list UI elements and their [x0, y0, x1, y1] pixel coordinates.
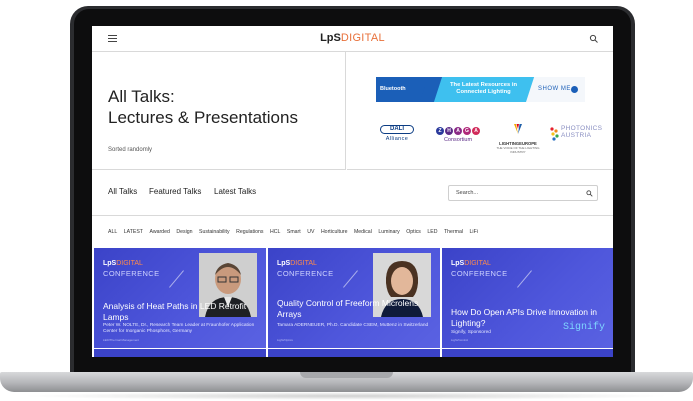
search-input[interactable] [448, 185, 598, 201]
sort-label: Sorted randomly [108, 147, 153, 153]
category-led[interactable]: LED [427, 229, 437, 237]
category-latest[interactable]: LATEST [124, 229, 143, 237]
category-sustainability[interactable]: Sustainability [199, 229, 230, 237]
zhaga-letters: Z H A G A [428, 127, 488, 135]
lightingeurope-subtext: THE VOICE OF THE LIGHTING INDUSTRY [496, 146, 540, 154]
talk-tag: LED/Thermal Management [103, 338, 140, 342]
category-optics[interactable]: Optics [406, 229, 421, 237]
talk-card[interactable]: LpSDIGITAL CONFERENCE How Do Open APIs D… [442, 248, 613, 348]
logo-main: LpS [320, 32, 341, 44]
category-medical[interactable]: Medical [354, 229, 372, 237]
category-regulations[interactable]: Regulations [236, 229, 263, 237]
lightingeurope-mark-icon [514, 124, 522, 134]
top-bar: LpSDIGITAL [92, 26, 613, 52]
logo-suffix: DIGITAL [340, 32, 385, 44]
category-horticulture[interactable]: Horticulture [321, 229, 348, 237]
site-logo[interactable]: LpSDIGITAL [92, 32, 613, 44]
sponsor-logos: DALI Alliance Z H A G A Consortium LIGHT… [377, 122, 602, 154]
talk-card-next-row [268, 349, 440, 357]
conference-label: CONFERENCE [277, 269, 334, 278]
banner-text: The Latest Resources in Connected Lighti… [449, 82, 517, 95]
conference-logo: LpSDIGITAL [277, 260, 317, 267]
conference-label: CONFERENCE [103, 269, 160, 278]
search-icon[interactable] [586, 190, 593, 197]
dali-text: Alliance [385, 136, 409, 142]
page-title-line2: Lectures & Presentations [108, 108, 298, 127]
talk-title: Quality Control of Freeform Microlens Ar… [277, 298, 419, 319]
category-awarded[interactable]: Awarded [149, 229, 169, 237]
talk-card-next-row [94, 349, 266, 357]
zhaga-text: Consortium [443, 137, 473, 143]
talk-title: Analysis of Heat Paths in LED Retrofit L… [103, 301, 247, 322]
dali-badge: DALI [380, 125, 414, 134]
talk-tag: Light/Control [451, 338, 469, 342]
page-title-line1: All Talks: [108, 87, 175, 106]
category-filter-bar: ALL LATEST Awarded Design Sustainability… [108, 229, 478, 237]
tab-latest-talks[interactable]: Latest Talks [214, 187, 256, 196]
photonics-line2: AUSTRIA [561, 132, 592, 139]
category-smart[interactable]: Smart [287, 229, 301, 237]
category-all[interactable]: ALL [108, 229, 117, 237]
tab-all-talks[interactable]: All Talks [108, 187, 137, 196]
category-luminary[interactable]: Luminary [378, 229, 399, 237]
page-stage: LpSDIGITAL All Talks: Lectures & Present… [0, 0, 693, 401]
search-icon[interactable] [589, 34, 599, 44]
category-lifi[interactable]: LiFi [470, 229, 478, 237]
dali-alliance-logo[interactable]: DALI Alliance [377, 125, 417, 142]
zhaga-consortium-logo[interactable]: Z H A G A Consortium [428, 127, 488, 143]
lightingeurope-logo[interactable]: LIGHTINGEUROPE THE VOICE OF THE LIGHTING… [495, 122, 541, 154]
talk-card[interactable]: LpSDIGITAL CONFERENCE Analysis of Heat P… [94, 248, 266, 348]
show-me-button[interactable]: SHOW ME [538, 86, 571, 92]
play-icon [571, 86, 578, 93]
laptop-screen: LpSDIGITAL All Talks: Lectures & Present… [92, 26, 613, 357]
category-uv[interactable]: UV [307, 229, 314, 237]
talks-tabs-row: All Talks Featured Talks Latest Talks [92, 170, 613, 216]
page-title: All Talks: Lectures & Presentations [108, 86, 298, 128]
category-hcl[interactable]: HCL [270, 229, 280, 237]
category-design[interactable]: Design [176, 229, 192, 237]
talk-speaker: Peter W. NOLTE, Dr., Research Team Leade… [103, 323, 255, 334]
hero-panel: All Talks: Lectures & Presentations Sort… [92, 52, 346, 170]
talk-card[interactable]: LpSDIGITAL CONFERENCE Quality Control of… [268, 248, 440, 348]
signify-logo: Signify [562, 322, 605, 333]
laptop-notch [300, 372, 393, 378]
talk-cards-grid: LpSDIGITAL CONFERENCE Analysis of Heat P… [92, 248, 613, 357]
category-thermal[interactable]: Thermal [444, 229, 463, 237]
tab-featured-talks[interactable]: Featured Talks [149, 187, 201, 196]
sponsor-panel: Bluetooth The Latest Resources in Connec… [347, 52, 613, 170]
conference-logo: LpSDIGITAL [451, 260, 491, 267]
conference-logo: LpSDIGITAL [103, 260, 143, 267]
photonics-line1: PHOTONICS [561, 125, 603, 132]
talk-speaker: Tamara ADERNEUER, Ph.D. Candidate CSEM, … [277, 323, 429, 328]
laptop-shadow [20, 392, 673, 400]
bluetooth-ad-banner[interactable]: Bluetooth The Latest Resources in Connec… [376, 77, 585, 102]
conference-label: CONFERENCE [451, 269, 508, 278]
photonics-austria-logo[interactable]: PHOTONICS AUSTRIA [547, 122, 602, 146]
talk-card-next-row [442, 349, 613, 357]
talk-tag: Light/Optics [277, 338, 293, 342]
